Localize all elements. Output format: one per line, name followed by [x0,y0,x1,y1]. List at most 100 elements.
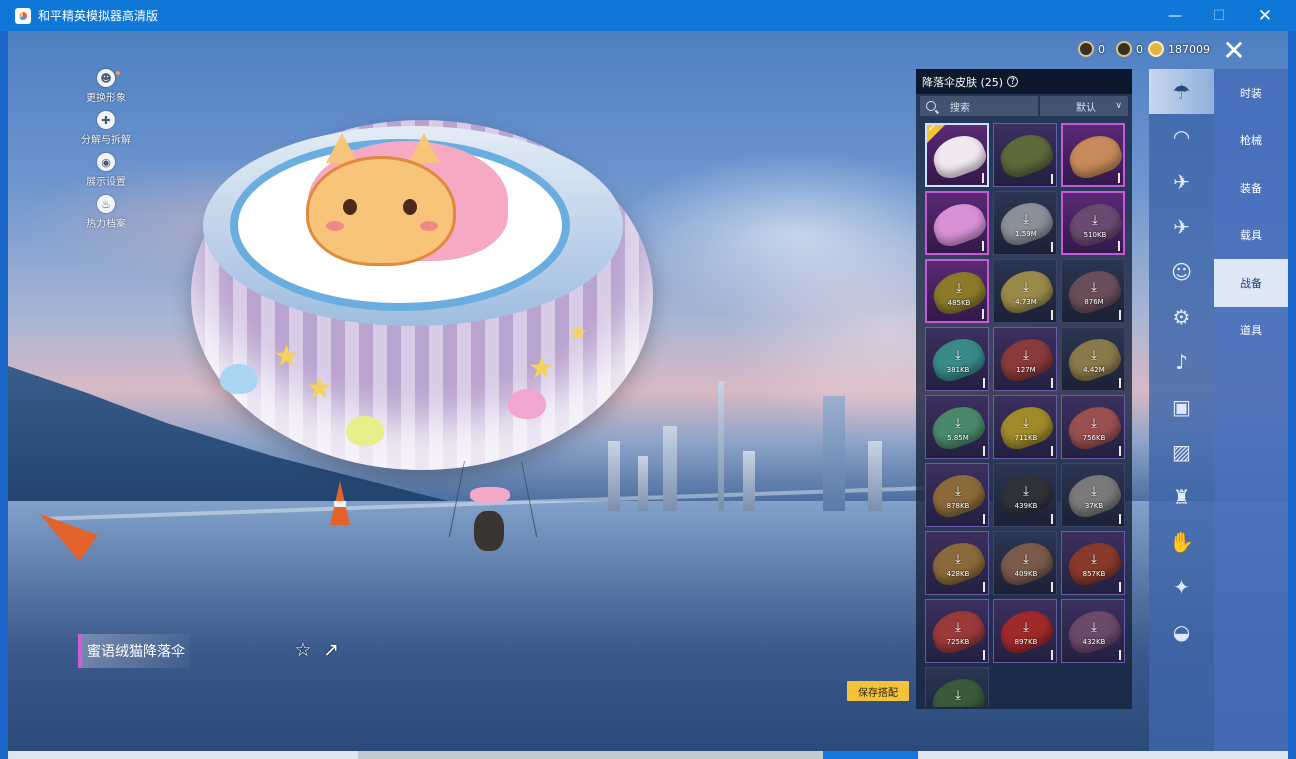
download-size: 432KB [1082,638,1106,646]
download-icon: ⤓ [1023,552,1029,567]
search-placeholder: 搜索 [950,102,970,114]
currency-medal: 0 [1116,41,1143,57]
download-size: 485KB [947,299,971,307]
skin-slot[interactable]: ⤓ 4.73M [993,259,1057,323]
favorite-star-icon[interactable]: ☆ [292,639,314,661]
skin-slot[interactable]: ⤓ 756KB [1061,395,1125,459]
skin-slot[interactable]: ⤓ 432KB [1061,599,1125,663]
robot-icon[interactable]: ⚙ [1149,294,1214,339]
parachute-thumbnail [1064,129,1123,183]
minimize-button[interactable]: — [1152,0,1198,31]
speaker-icon[interactable]: ♪ [1149,339,1214,384]
skin-slot[interactable]: ⤓ 876M [1061,259,1125,323]
skin-slot[interactable] [925,191,989,255]
download-size: 4.73M [1015,298,1037,306]
skin-slot[interactable]: ⤓ 5.85M [925,395,989,459]
drone-icon[interactable]: ✈ [1149,159,1214,204]
emote-icon[interactable]: ☺ [1149,249,1214,294]
panel-title: 降落伞皮肤 (25) [922,75,1004,89]
skin-slot[interactable]: ⤓ 1.59M [993,191,1057,255]
tab-2[interactable]: 装备 [1214,164,1288,212]
quantity-marker [1119,582,1121,592]
tab-4[interactable]: 战备 [1214,259,1288,307]
quantity-marker [1118,173,1120,183]
menu-heat-profile[interactable]: ♨ 热力档案 [66,195,146,237]
notification-dot [116,71,120,75]
download-size: 419KB [926,706,988,707]
download-size: 725KB [946,638,970,646]
download-icon: ⤓ [1091,620,1097,635]
window-close-button[interactable]: ✕ [1242,0,1288,31]
download-size: 756KB [1082,434,1106,442]
quantity-marker [982,241,984,251]
skin-slot[interactable]: ⤓ 419KB [925,667,989,707]
close-overlay-button[interactable]: ✕ [1218,37,1250,65]
tab-3[interactable]: 载具 [1214,212,1288,260]
download-icon: ⤓ [1091,552,1097,567]
download-size: 878KB [946,502,970,510]
skin-slot[interactable]: ⤓ 4.42M [1061,327,1125,391]
search-input[interactable]: 搜索 [920,96,1038,116]
quantity-marker [1051,310,1053,320]
skin-slot[interactable]: ⤓ 725KB [925,599,989,663]
skin-slot[interactable]: ✓ [925,123,989,187]
menu-decompose[interactable]: ✚ 分解与拆解 [66,111,146,153]
quantity-marker [1119,514,1121,524]
skin-slot[interactable]: ⤓ 897KB [993,599,1057,663]
download-size: 1.59M [1015,230,1037,238]
skin-slot[interactable]: ⤓ 381KB [925,327,989,391]
tv-icon[interactable]: ▣ [1149,384,1214,429]
quantity-marker [1119,310,1121,320]
currency-gold: 187009 [1148,41,1210,57]
quantity-marker [983,378,985,388]
airplane-icon[interactable]: ✈ [1149,204,1214,249]
tab-5[interactable]: 道具 [1214,307,1288,355]
skin-slot[interactable] [993,123,1057,187]
menu-display-settings[interactable]: ◉ 展示设置 [66,153,146,195]
quantity-marker [1051,446,1053,456]
app-logo-icon [15,7,31,24]
tab-1[interactable]: 枪械 [1214,117,1288,165]
skin-slot[interactable]: ⤓ 510KB [1061,191,1125,255]
share-icon[interactable]: ↗ [320,639,342,661]
picture-icon[interactable]: ▨ [1149,429,1214,474]
download-size: 37KB [1084,502,1104,510]
bomb-icon[interactable]: ◒ [1149,609,1214,654]
skin-slot[interactable]: ⤓ 857KB [1061,531,1125,595]
help-icon[interactable]: ? [1007,76,1019,87]
currency-token: 0 [1078,41,1105,57]
skin-slot[interactable]: ⤓ 428KB [925,531,989,595]
download-icon: ⤓ [1023,348,1029,363]
skin-slot[interactable] [1061,123,1125,187]
category-icon-rail: ☂ ◠ ✈ ✈ ☺ ⚙ ♪ ▣ ▨ ♜ ✋ ✦ ◒ [1149,69,1214,751]
skin-slot[interactable]: ⤓ 878KB [925,463,989,527]
extinguisher-icon[interactable]: ♜ [1149,474,1214,519]
quantity-marker [983,650,985,660]
eye-icon: ◉ [97,153,115,171]
skin-slot[interactable]: ⤓ 711KB [993,395,1057,459]
skin-slot[interactable]: ⤓ 439KB [993,463,1057,527]
coin-token-icon [1078,41,1094,57]
save-outfit-button[interactable]: 保存搭配 [847,681,909,701]
download-icon: ⤓ [1092,213,1098,228]
download-size: 127M [1016,366,1036,374]
skin-slot[interactable]: ⤓ 409KB [993,531,1057,595]
menu-change-appearance[interactable]: ☻ 更换形象 [66,69,146,111]
hand-icon[interactable]: ✋ [1149,519,1214,564]
download-icon: ⤓ [1023,416,1029,431]
quantity-marker [1051,582,1053,592]
download-icon: ⤓ [1091,484,1097,499]
magic-wand-icon[interactable]: ✦ [1149,564,1214,609]
parachute-icon[interactable]: ☂ [1149,69,1214,114]
skin-slot[interactable]: ⤓ 127M [993,327,1057,391]
glider-icon[interactable]: ◠ [1149,114,1214,159]
skin-slot[interactable]: ⤓ 485KB [925,259,989,323]
quantity-marker [982,173,984,183]
tab-0[interactable]: 时装 [1214,69,1288,117]
skin-slot[interactable]: ⤓ 37KB [1061,463,1125,527]
sort-dropdown[interactable]: 默认 ∨ [1040,96,1128,116]
quantity-marker [1051,514,1053,524]
download-size: 876M [1084,298,1104,306]
download-icon: ⤓ [955,688,961,703]
maximize-button[interactable]: ☐ [1196,0,1242,31]
